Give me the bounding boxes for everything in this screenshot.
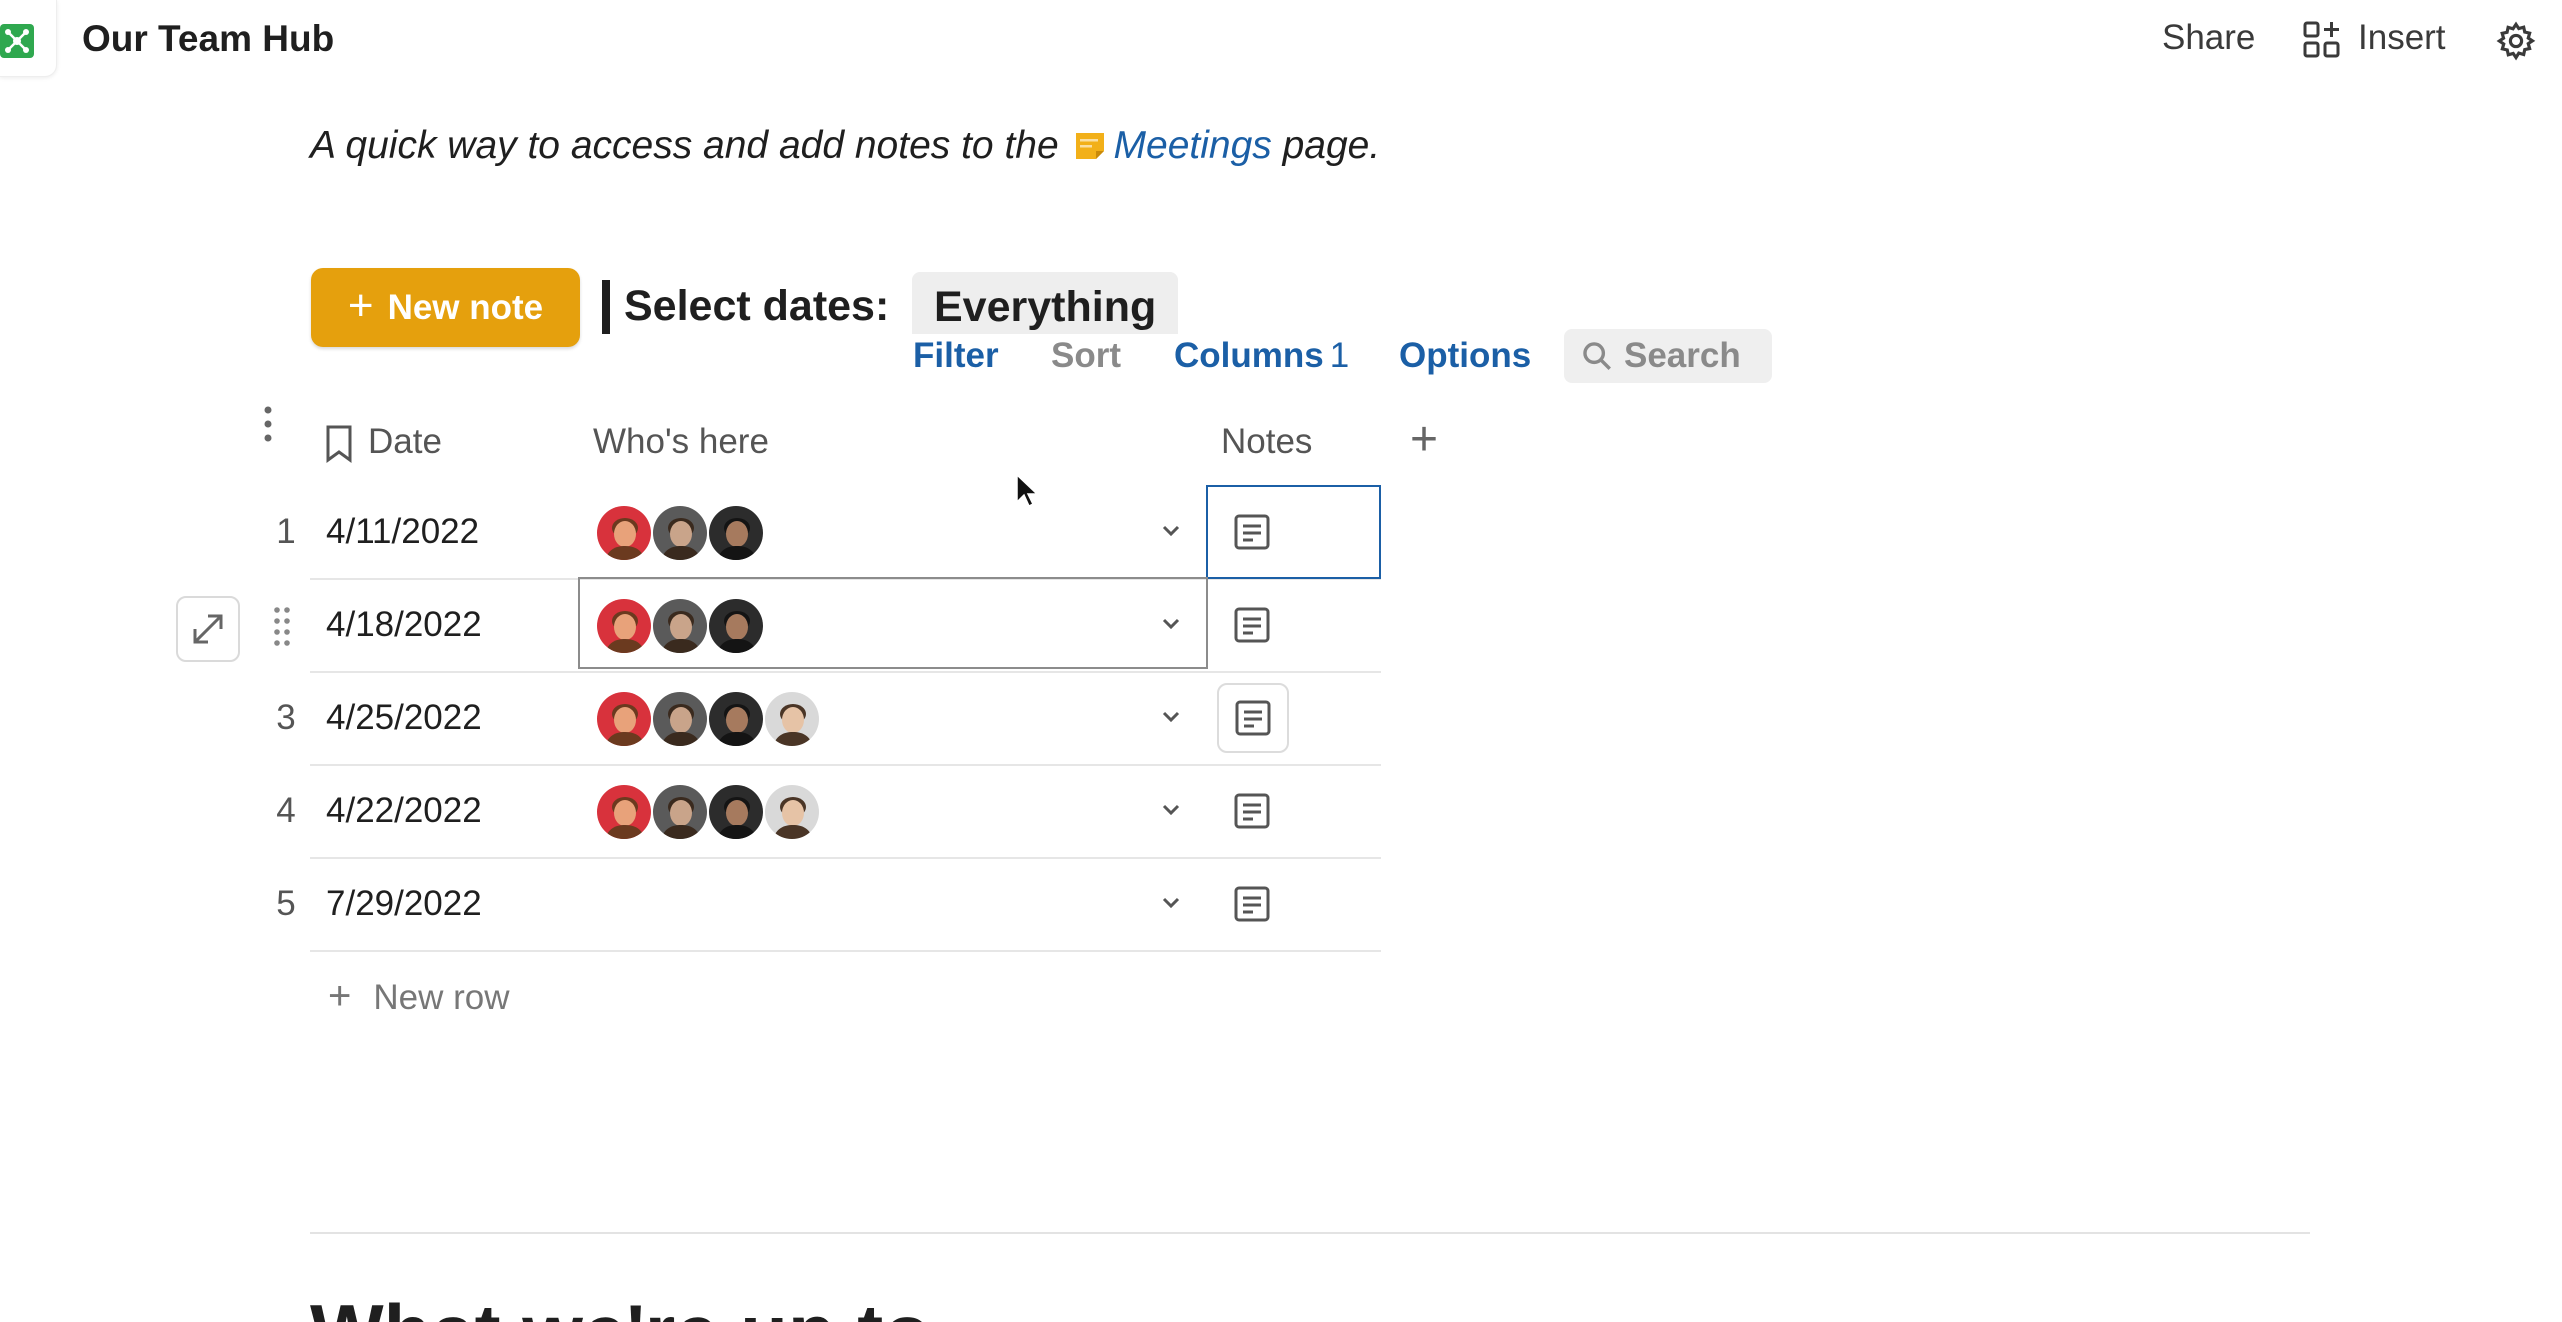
app-logo[interactable] xyxy=(0,0,57,77)
expand-row-button[interactable] xyxy=(176,596,240,662)
coda-logo-icon xyxy=(0,24,34,58)
intro-before: A quick way to access and add notes to t… xyxy=(310,124,1059,167)
chevron-down-icon[interactable] xyxy=(1158,704,1184,730)
section-heading: What we're up to xyxy=(310,1284,931,1322)
search-icon xyxy=(1583,342,1611,370)
chevron-down-icon[interactable] xyxy=(1158,890,1184,916)
doc-title[interactable]: Our Team Hub xyxy=(82,18,334,60)
date-cell[interactable]: 4/11/2022 xyxy=(326,512,479,552)
row-number: 1 xyxy=(276,512,296,551)
search-input[interactable]: Search xyxy=(1564,329,1772,383)
meetings-link[interactable]: Meetings xyxy=(1114,124,1272,167)
note-icon[interactable] xyxy=(1232,791,1272,831)
insert-grid-icon[interactable] xyxy=(2302,20,2342,60)
avatar xyxy=(651,690,709,748)
whos-here-cell[interactable] xyxy=(595,783,821,841)
select-dates-dropdown[interactable]: Everything xyxy=(912,272,1179,334)
new-row-button[interactable]: + New row xyxy=(328,974,510,1019)
date-cell[interactable]: 7/29/2022 xyxy=(326,884,482,924)
avatar xyxy=(707,690,765,748)
intro-after: page. xyxy=(1271,124,1381,167)
table-row[interactable]: 4 4/22/2022 xyxy=(276,765,1381,859)
note-hover-box[interactable] xyxy=(1217,683,1289,753)
row-number: 5 xyxy=(276,884,296,923)
filter-button[interactable]: Filter xyxy=(913,336,999,376)
chevron-down-icon[interactable] xyxy=(1158,797,1184,823)
avatar xyxy=(595,783,653,841)
chevron-down-icon[interactable] xyxy=(1158,518,1184,544)
date-cell[interactable]: 4/18/2022 xyxy=(326,605,482,645)
row-number: 4 xyxy=(276,791,296,830)
plus-icon: + xyxy=(328,974,352,1018)
note-icon[interactable] xyxy=(1232,884,1272,924)
columns-button[interactable]: Columns 1 xyxy=(1174,336,1349,376)
search-placeholder: Search xyxy=(1624,336,1741,375)
options-button[interactable]: Options xyxy=(1399,336,1531,376)
bookmark-icon xyxy=(322,424,356,464)
selected-notes-cell[interactable] xyxy=(1206,485,1381,579)
columns-label: Columns xyxy=(1174,336,1324,375)
sort-button[interactable]: Sort xyxy=(1051,336,1121,376)
table-row[interactable]: 5 7/29/2022 xyxy=(276,858,1381,952)
row-number: 3 xyxy=(276,698,296,737)
avatar xyxy=(595,690,653,748)
table-menu-icon[interactable] xyxy=(258,404,278,448)
date-cell[interactable]: 4/25/2022 xyxy=(326,698,482,738)
selected-whos-here-cell[interactable] xyxy=(578,577,1208,669)
whos-here-cell[interactable] xyxy=(595,690,821,748)
avatar xyxy=(651,504,709,562)
expand-icon xyxy=(193,614,223,644)
avatar xyxy=(707,504,765,562)
avatar xyxy=(763,783,821,841)
share-button[interactable]: Share xyxy=(2162,18,2255,58)
sticky-note-icon xyxy=(1074,127,1106,159)
columns-count: 1 xyxy=(1329,336,1350,375)
intro-text: A quick way to access and add notes to t… xyxy=(310,124,1380,168)
mouse-cursor-icon xyxy=(1016,473,1039,508)
avatar xyxy=(763,690,821,748)
note-icon[interactable] xyxy=(1232,605,1272,645)
new-row-label: New row xyxy=(373,978,510,1017)
avatar xyxy=(707,783,765,841)
column-header-date[interactable]: Date xyxy=(368,422,442,462)
new-note-label: New note xyxy=(387,287,544,327)
insert-button[interactable]: Insert xyxy=(2358,18,2446,58)
drag-handle-icon[interactable] xyxy=(272,604,292,648)
select-dates-label: Select dates: xyxy=(624,282,890,330)
column-header-notes[interactable]: Notes xyxy=(1221,422,1312,462)
date-cell[interactable]: 4/22/2022 xyxy=(326,791,482,831)
whos-here-cell[interactable] xyxy=(595,504,765,562)
add-column-button[interactable]: + xyxy=(1410,412,1438,467)
avatar xyxy=(651,783,709,841)
divider-bar xyxy=(602,280,610,334)
avatar xyxy=(595,504,653,562)
column-header-whos-here[interactable]: Who's here xyxy=(593,422,769,462)
section-divider xyxy=(310,1232,2310,1234)
gear-icon[interactable] xyxy=(2495,20,2537,62)
plus-icon: + xyxy=(347,280,374,330)
new-note-button[interactable]: + New note xyxy=(311,268,580,347)
